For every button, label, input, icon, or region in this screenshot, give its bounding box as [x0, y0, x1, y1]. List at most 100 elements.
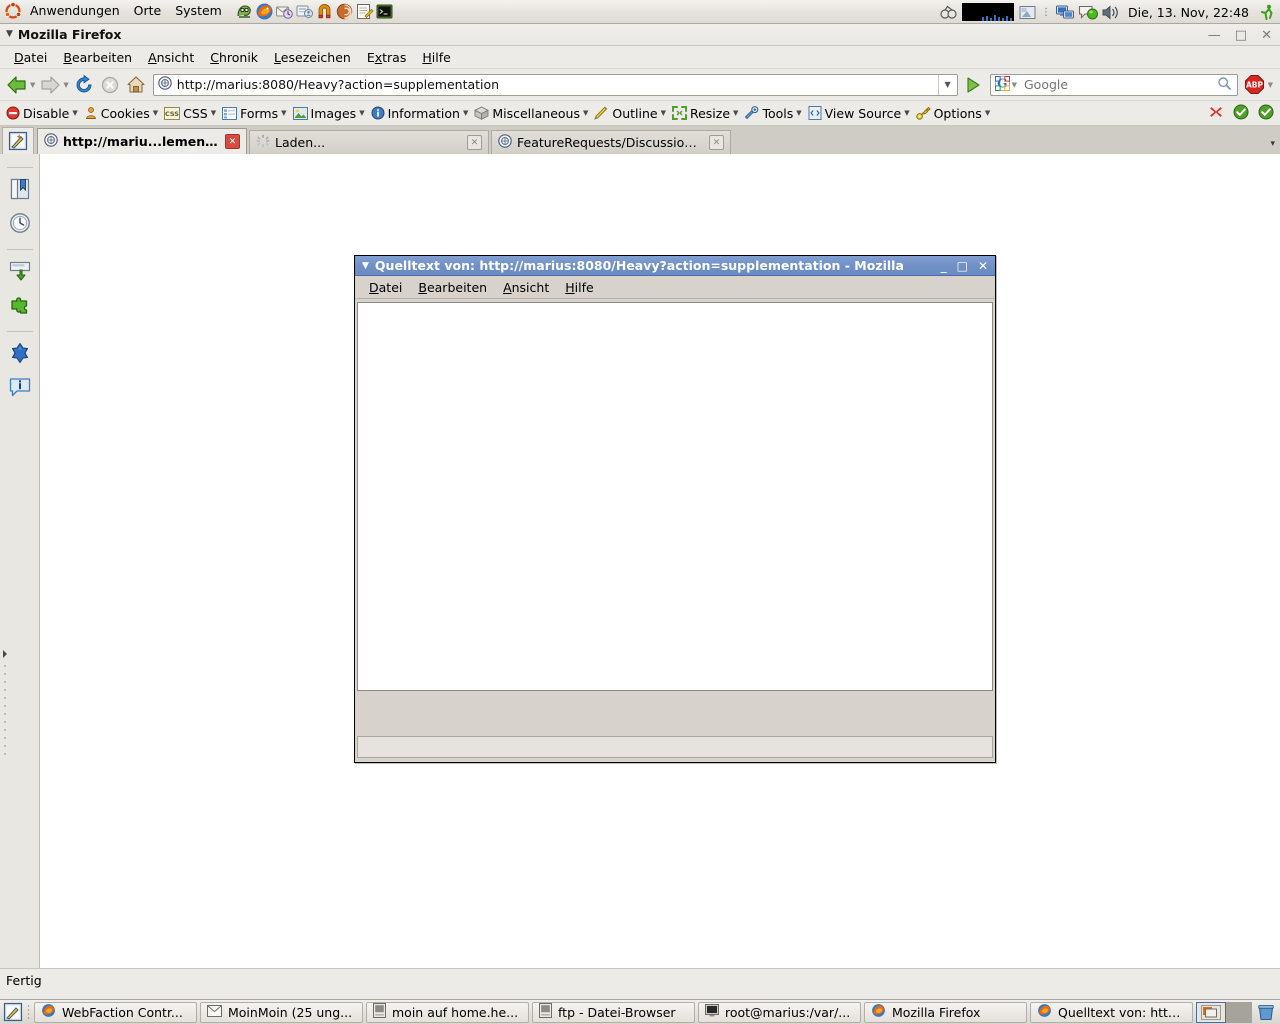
vs-menu-ansicht[interactable]: Ansicht	[495, 279, 557, 296]
tab-2-close-button[interactable]: ✕	[709, 135, 724, 150]
adblock-caret-icon[interactable]: ▼	[1268, 81, 1273, 89]
evolution-mail-launcher-icon[interactable]	[275, 2, 294, 21]
error-count-icon[interactable]	[1208, 104, 1224, 123]
chevron-down-icon[interactable]: ▼	[904, 109, 909, 117]
chevron-down-icon[interactable]: ▼	[359, 109, 364, 117]
chevron-down-icon[interactable]: ▼	[72, 109, 77, 117]
taskbar-item-0[interactable]: WebFaction Contr...	[34, 1001, 197, 1023]
tab-list-caret-icon[interactable]: ▾	[1270, 139, 1275, 149]
back-button[interactable]	[4, 72, 30, 98]
url-bar[interactable]: http://marius:8080/Heavy?action=suppleme…	[152, 73, 958, 96]
search-engine-caret-icon[interactable]: ▼	[1012, 81, 1017, 89]
chevron-down-icon[interactable]: ▼	[661, 109, 666, 117]
tab-2[interactable]: FeatureRequests/Discussion... ✕	[491, 130, 731, 154]
home-button[interactable]	[123, 72, 149, 98]
workspace-switcher-icon[interactable]	[1018, 3, 1037, 22]
vs-minimize-button[interactable]: _	[941, 259, 947, 273]
devbar-information[interactable]: Information ▼	[368, 105, 472, 122]
close-button[interactable]: ✕	[1261, 29, 1272, 42]
chat-presence-icon[interactable]	[1078, 3, 1099, 22]
chevron-down-icon[interactable]: ▼	[281, 109, 286, 117]
menu-anwendungen[interactable]: Anwendungen	[23, 1, 127, 22]
vs-menu-bearbeiten[interactable]: Bearbeiten	[410, 279, 495, 296]
taskbar-item-3[interactable]: ftp - Datei-Browser	[532, 1001, 695, 1023]
view-source-window[interactable]: ▼ Quelltext von: http://marius:8080/Heav…	[354, 255, 996, 763]
search-bar[interactable]: G ▼	[989, 73, 1238, 96]
window-menu-caret-icon[interactable]: ▼	[6, 30, 13, 39]
vs-maximize-button[interactable]: □	[957, 259, 968, 273]
vs-close-button[interactable]: ✕	[978, 259, 988, 273]
workspace-switcher-2[interactable]	[1226, 1001, 1252, 1023]
taskbar-item-4[interactable]: root@marius:/var/...	[698, 1001, 861, 1023]
devbar-view-source[interactable]: View Source ▼	[805, 105, 913, 122]
terminal-launcher-icon[interactable]	[375, 2, 394, 21]
devbar-disable[interactable]: Disable ▼	[3, 105, 81, 122]
view-source-titlebar[interactable]: ▼ Quelltext von: http://marius:8080/Heav…	[355, 256, 995, 276]
back-history-caret-icon[interactable]: ▼	[30, 81, 35, 89]
cpu-graph-applet[interactable]	[962, 3, 1015, 21]
sidebar-resize-grip[interactable]	[2, 644, 8, 764]
trash-applet[interactable]	[1252, 1002, 1280, 1023]
search-engine-icon[interactable]: G	[994, 75, 1010, 94]
tab-1-close-button[interactable]: ✕	[467, 135, 482, 150]
show-desktop-button[interactable]	[2, 1001, 24, 1023]
tab-sidebar-toggle-button[interactable]	[2, 127, 34, 154]
sidebar-item-page-info[interactable]	[6, 373, 34, 401]
menu-extras[interactable]: Extras	[359, 48, 415, 67]
search-input[interactable]	[1019, 76, 1217, 93]
vs-menu-datei[interactable]: Datei	[361, 279, 410, 296]
tab-0[interactable]: http://mariu...lementation ✕	[37, 128, 247, 154]
chevron-down-icon[interactable]: ▼	[583, 109, 588, 117]
minimize-button[interactable]: —	[1208, 29, 1221, 42]
devbar-resize[interactable]: Resize ▼	[669, 105, 741, 122]
logout-icon[interactable]	[1257, 3, 1276, 22]
taskbar-item-1[interactable]: MoinMoin (25 ung...	[200, 1001, 363, 1023]
chevron-down-icon[interactable]: ▼	[733, 109, 738, 117]
menu-ansicht[interactable]: Ansicht	[140, 48, 202, 67]
menu-datei[interactable]: Datei	[6, 48, 55, 67]
devbar-miscellaneous[interactable]: Miscellaneous ▼	[471, 105, 591, 122]
workspace-switcher-1[interactable]	[1196, 1001, 1226, 1023]
maximize-button[interactable]: □	[1235, 29, 1247, 42]
css-valid-icon[interactable]	[1233, 104, 1249, 123]
tab-1[interactable]: Laden... ✕	[249, 130, 489, 154]
forward-history-caret-icon[interactable]: ▼	[63, 81, 68, 89]
html-valid-icon[interactable]	[1258, 104, 1274, 123]
menu-chronik[interactable]: Chronik	[202, 48, 266, 67]
taskbar-item-5[interactable]: Mozilla Firefox	[864, 1001, 1027, 1023]
devbar-outline[interactable]: Outline ▼	[591, 105, 669, 122]
nautilus-shell-launcher-icon[interactable]	[335, 2, 354, 21]
menu-lesezeichen[interactable]: Lesezeichen	[266, 48, 359, 67]
text-editor-launcher-icon[interactable]	[355, 2, 374, 21]
menu-system[interactable]: System	[168, 1, 229, 22]
devbar-css[interactable]: CSS CSS ▼	[161, 105, 219, 122]
tab-0-close-button[interactable]: ✕	[225, 134, 240, 149]
devbar-images[interactable]: Images ▼	[290, 105, 368, 122]
chevron-down-icon[interactable]: ▼	[796, 109, 801, 117]
chevron-down-icon[interactable]: ▼	[463, 109, 468, 117]
network-monitor-icon[interactable]	[1055, 3, 1075, 22]
view-source-text-area[interactable]	[357, 302, 993, 691]
chevron-down-icon[interactable]: ▼	[211, 109, 216, 117]
menu-bearbeiten[interactable]: Bearbeiten	[55, 48, 140, 67]
panel-clock[interactable]: Die, 13. Nov, 22:48	[1124, 5, 1253, 20]
gimp-launcher-icon[interactable]	[235, 2, 254, 21]
sidebar-item-extension[interactable]	[6, 339, 34, 367]
magnet-launcher-icon[interactable]	[315, 2, 334, 21]
url-text[interactable]: http://marius:8080/Heavy?action=suppleme…	[177, 77, 499, 92]
evolution-contacts-launcher-icon[interactable]	[295, 2, 314, 21]
devbar-tools[interactable]: Tools ▼	[741, 105, 804, 122]
chevron-down-icon[interactable]: ▼	[153, 109, 158, 117]
adblock-plus-button[interactable]: ABP	[1242, 72, 1268, 98]
devbar-cookies[interactable]: Cookies ▼	[81, 105, 161, 122]
menu-hilfe[interactable]: Hilfe	[414, 48, 458, 67]
reload-button[interactable]	[71, 72, 97, 98]
go-button[interactable]	[962, 74, 984, 96]
vs-menu-hilfe[interactable]: Hilfe	[557, 279, 601, 296]
window-menu-caret-icon[interactable]: ▼	[362, 261, 369, 271]
devbar-forms[interactable]: Forms ▼	[219, 105, 289, 122]
system-monitor-icon[interactable]	[939, 3, 958, 22]
sidebar-item-addons[interactable]	[6, 291, 34, 319]
menu-orte[interactable]: Orte	[127, 1, 169, 22]
search-submit-icon[interactable]	[1217, 76, 1237, 94]
